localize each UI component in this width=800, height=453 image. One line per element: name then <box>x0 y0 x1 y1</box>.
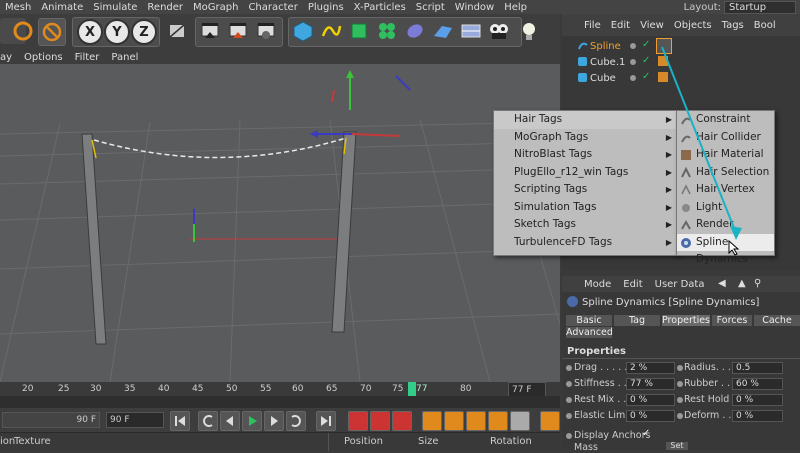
up-arrow-icon[interactable]: ▲ <box>738 278 746 289</box>
prop-label-elastic-limit: Elastic Limit <box>574 410 632 421</box>
am-menu-user-data[interactable]: User Data <box>649 279 711 290</box>
keyframe-dot[interactable] <box>677 413 683 419</box>
spline-dynamics-tag-icon <box>567 296 578 307</box>
prop-label-rubber: Rubber . . . <box>684 378 737 389</box>
tab-properties[interactable]: Properties <box>662 315 710 326</box>
prop-label-deform: Deform . . . <box>684 410 738 421</box>
prop-field-rest-mix[interactable]: 0 % <box>626 394 675 406</box>
attribute-title: Spline Dynamics [Spline Dynamics] <box>582 297 760 308</box>
prop-field-radius[interactable]: 0.5 <box>732 362 783 374</box>
prop-field-deform[interactable]: 0 % <box>732 410 783 422</box>
set-button[interactable]: Set <box>666 442 688 450</box>
tab-basic[interactable]: Basic <box>566 315 612 326</box>
display-anchors-label: Display Anchors <box>574 430 651 441</box>
keyframe-dot[interactable] <box>566 397 572 403</box>
tab-advanced[interactable]: Advanced <box>566 327 613 338</box>
keyframe-dot[interactable] <box>566 365 572 371</box>
tab-forces[interactable]: Forces <box>712 315 752 326</box>
display-anchors-checkbox[interactable]: ✓ <box>642 428 650 439</box>
prop-label-rest-mix: Rest Mix . . . <box>574 394 633 405</box>
section-divider <box>562 358 800 359</box>
prop-label-rest-hold: Rest Hold <box>684 394 730 405</box>
mass-label: Mass <box>574 442 598 453</box>
mouse-cursor-icon <box>728 240 740 256</box>
tab-tag[interactable]: Tag <box>614 315 660 326</box>
keyframe-dot[interactable] <box>566 413 572 419</box>
am-menu-mode[interactable]: Mode <box>562 279 617 290</box>
tab-cache[interactable]: Cache <box>754 315 800 326</box>
back-arrow-icon[interactable]: ◀ <box>718 278 726 289</box>
prop-field-elastic-limit[interactable]: 0 % <box>626 410 675 422</box>
prop-label-stiffness: Stiffness . . . <box>574 378 633 389</box>
prop-field-rest-hold[interactable]: 0 % <box>732 394 783 406</box>
prop-field-drag[interactable]: 2 % <box>626 362 675 374</box>
keyframe-dot[interactable] <box>677 381 683 387</box>
keyframe-dot[interactable] <box>677 365 683 371</box>
prop-field-stiffness[interactable]: 77 % <box>626 378 675 390</box>
search-icon[interactable]: ⚲ <box>754 278 761 289</box>
prop-field-rubber[interactable]: 60 % <box>732 378 783 390</box>
section-header: Properties <box>567 346 626 357</box>
keyframe-dot[interactable] <box>677 397 683 403</box>
attribute-manager: Mode Edit User Data ◀ ▲ ⚲ Spline Dynamic… <box>562 276 800 453</box>
keyframe-dot[interactable] <box>566 433 572 439</box>
keyframe-dot[interactable] <box>566 381 572 387</box>
attribute-manager-menu: Mode Edit User Data ◀ ▲ ⚲ <box>562 276 800 292</box>
am-menu-edit[interactable]: Edit <box>617 279 648 290</box>
